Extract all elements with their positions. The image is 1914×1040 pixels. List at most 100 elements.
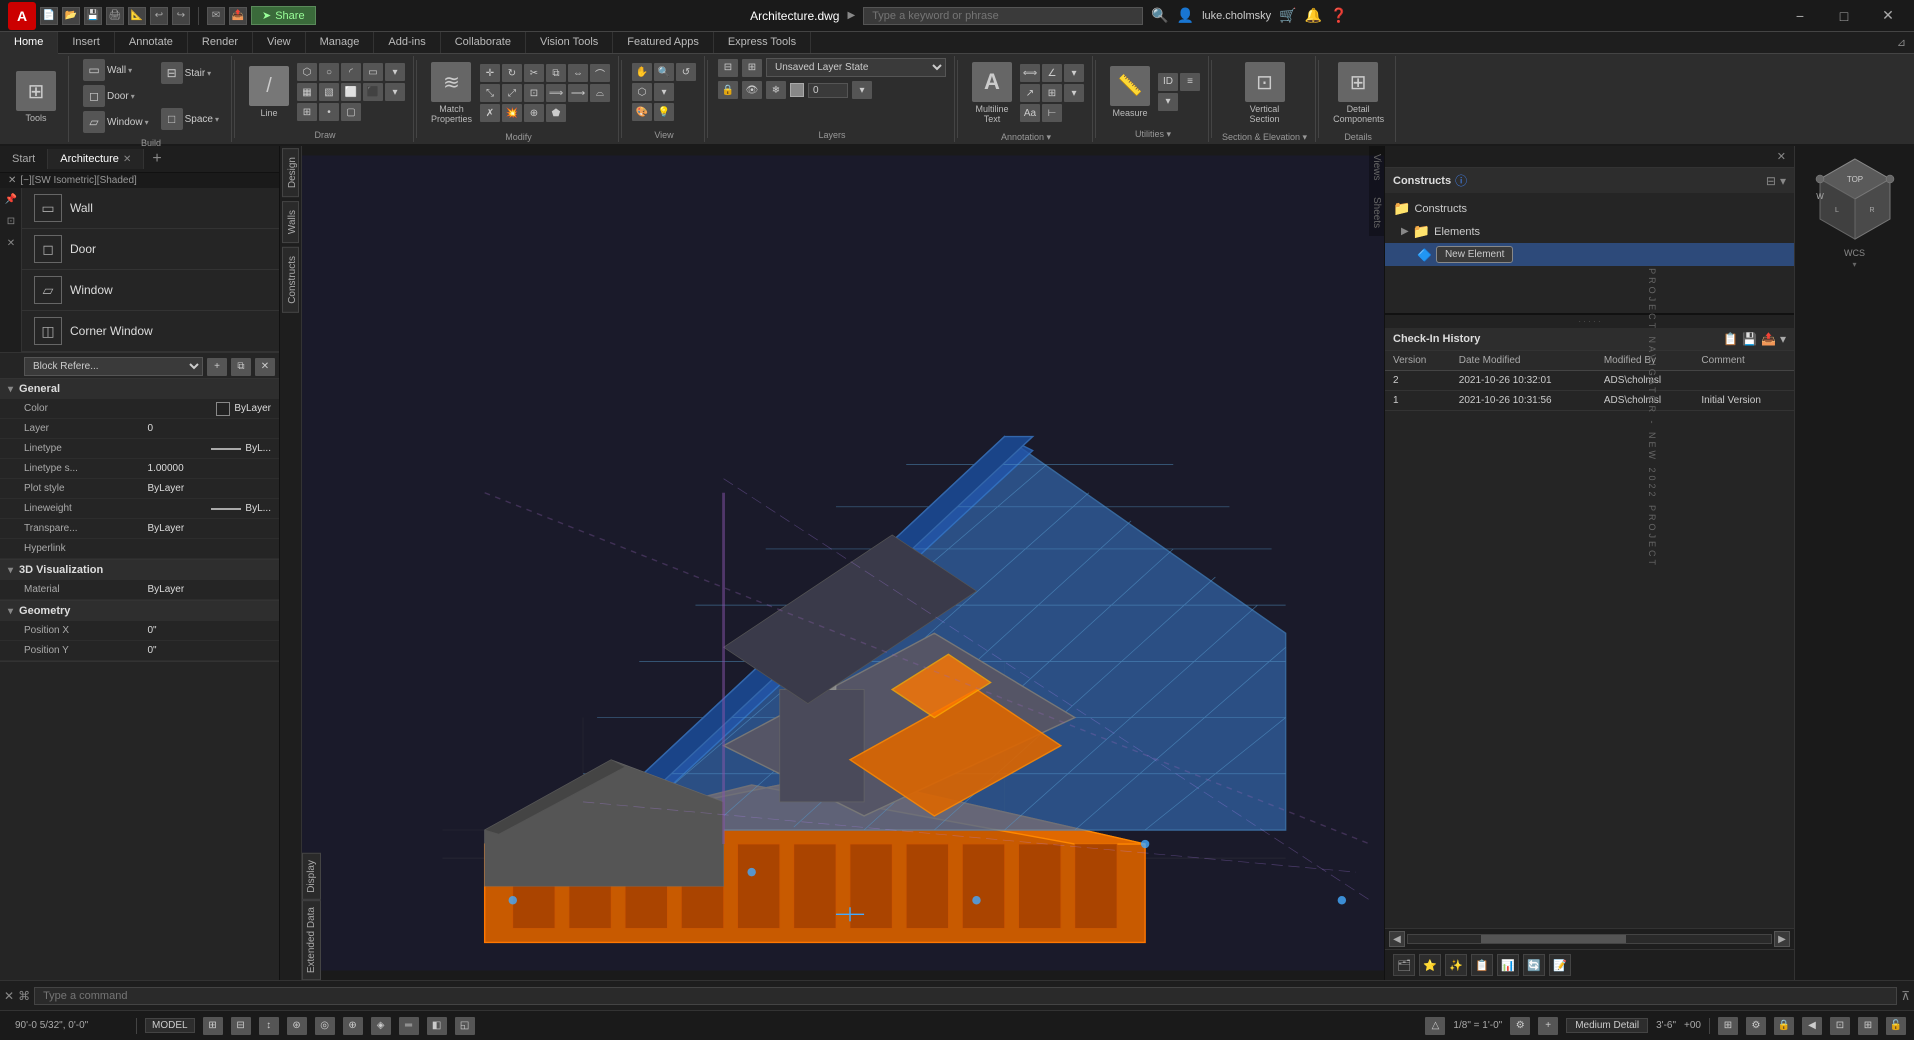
checkin-icon3[interactable]: 📤 — [1761, 332, 1776, 346]
pin-btn[interactable]: 📌 — [0, 188, 22, 210]
tab-close-icon[interactable]: ✕ — [123, 154, 131, 165]
palette-item-corner-window[interactable]: ◫ Corner Window — [22, 311, 279, 352]
rbb-btn-4[interactable]: 📋 — [1471, 954, 1493, 976]
pedit-btn[interactable]: ⬟ — [546, 104, 566, 122]
orbit-btn[interactable]: ↺ — [676, 63, 696, 81]
layer-freeze-btn[interactable]: ❄ — [766, 81, 786, 99]
share-button[interactable]: ➤Share — [251, 6, 316, 25]
close-btn[interactable]: ✕ — [0, 232, 22, 254]
help-icon[interactable]: ❓ — [1330, 7, 1347, 24]
viewport-lock-btn[interactable]: 🔓 — [1886, 1017, 1906, 1035]
layer-more-btn[interactable]: ▾ — [852, 81, 872, 99]
checkin-row-2[interactable]: 2 2021-10-26 10:32:01 ADS\cholmsl — [1385, 371, 1794, 391]
tab-annotate[interactable]: Annotate — [115, 32, 188, 53]
window-dropdown-arrow[interactable]: ▾ — [145, 118, 149, 127]
display-tab[interactable]: Display — [302, 853, 321, 900]
layer-states-btn[interactable]: ⊞ — [742, 59, 762, 77]
table-ann-btn[interactable]: ⊞ — [1042, 84, 1062, 102]
lineweight-status-btn[interactable]: ═ — [399, 1017, 419, 1035]
window-button[interactable]: ▱ Window ▾ — [79, 110, 153, 134]
user-icon[interactable]: 👤 — [1177, 7, 1194, 24]
layer-number-input[interactable] — [808, 83, 848, 98]
rotate-btn[interactable]: ↻ — [502, 64, 522, 82]
right-panel-close-icon[interactable]: ✕ — [1773, 148, 1790, 165]
stair-dropdown-arrow[interactable]: ▾ — [207, 69, 211, 78]
draw-more2-btn[interactable]: ▾ — [385, 83, 405, 101]
copy-btn[interactable]: ⧉ — [546, 64, 566, 82]
rbb-btn-3[interactable]: ✨ — [1445, 954, 1467, 976]
checkin-scrollbar[interactable]: ◀ ▶ — [1385, 928, 1794, 949]
dimstyle-btn[interactable]: ⊢ — [1042, 104, 1062, 122]
tab-collaborate[interactable]: Collaborate — [441, 32, 526, 53]
zoom-btn[interactable]: 🔍 — [654, 63, 674, 81]
gradient-btn[interactable]: ▧ — [319, 83, 339, 101]
color-swatch[interactable] — [790, 83, 804, 97]
tab-render[interactable]: Render — [188, 32, 253, 53]
id-btn[interactable]: ID — [1158, 73, 1178, 91]
layer-visibility-btn[interactable]: 👁 — [742, 81, 762, 99]
rbb-btn-1[interactable]: 🗂 — [1393, 954, 1415, 976]
notification-icon[interactable]: 🔔 — [1305, 7, 1322, 24]
tab-start[interactable]: Start — [0, 149, 48, 169]
minimize-button[interactable]: − — [1782, 2, 1818, 30]
polar-btn[interactable]: ⊛ — [287, 1017, 307, 1035]
offset-btn[interactable]: ⟹ — [546, 84, 566, 102]
navcube-svg[interactable]: TOP R L W — [1810, 154, 1900, 244]
new-file-icon[interactable]: 📄 — [40, 7, 58, 25]
search-input[interactable] — [863, 7, 1143, 25]
boundary-btn[interactable]: ⬜ — [341, 83, 361, 101]
vertical-section-button[interactable]: ⊡ Vertical Section — [1241, 58, 1289, 128]
block-reference-dropdown[interactable]: Block Refere... — [24, 357, 203, 376]
space-button[interactable]: □ Space ▾ — [157, 107, 223, 131]
tools-button[interactable]: ⊞ Tools — [12, 67, 60, 127]
viewport-scale-btn[interactable]: ⊞ — [1858, 1017, 1878, 1035]
circle-btn[interactable]: ○ — [319, 63, 339, 81]
view-cube-btn[interactable]: ⬡ — [632, 83, 652, 101]
props-new-btn[interactable]: + — [207, 358, 227, 376]
props-delete-btn[interactable]: ✕ — [255, 358, 275, 376]
model-space-button[interactable]: MODEL — [145, 1018, 195, 1033]
join-btn[interactable]: ⊕ — [524, 104, 544, 122]
redo-icon[interactable]: ↪ — [172, 7, 190, 25]
plus-btn[interactable]: + — [1538, 1017, 1558, 1035]
publish-icon[interactable]: 📤 — [229, 7, 247, 25]
transparency-status-btn[interactable]: ◧ — [427, 1017, 447, 1035]
status-settings-btn[interactable]: ⚙ — [1746, 1017, 1766, 1035]
arc-btn[interactable]: ◜ — [341, 63, 361, 81]
rbb-btn-6[interactable]: 🔄 — [1523, 954, 1545, 976]
stair-button[interactable]: ⊟ Stair ▾ — [157, 61, 223, 85]
wall-dropdown-arrow[interactable]: ▾ — [128, 66, 132, 75]
checkin-icon2[interactable]: 💾 — [1742, 332, 1757, 346]
snap-btn[interactable]: ⊞ — [203, 1017, 223, 1035]
cmd-expand-btn[interactable]: ⊼ — [1901, 989, 1910, 1003]
print-icon[interactable]: 🖨 — [106, 7, 124, 25]
constructs-info-icon[interactable]: ⓘ — [1455, 172, 1467, 189]
erase-btn[interactable]: ✗ — [480, 104, 500, 122]
wall-button[interactable]: ▭ Wall ▾ — [79, 58, 153, 82]
selection-btn[interactable]: ◱ — [455, 1017, 475, 1035]
draw-more-btn[interactable]: ▾ — [385, 63, 405, 81]
chamfer-btn[interactable]: ⌓ — [590, 84, 610, 102]
command-input[interactable] — [34, 987, 1897, 1005]
palette-item-window[interactable]: ▱ Window — [22, 270, 279, 311]
point-btn[interactable]: • — [319, 103, 339, 121]
util-more-btn[interactable]: ▾ — [1158, 93, 1178, 111]
detail-components-button[interactable]: ⊞ DetailComponents — [1329, 58, 1387, 128]
constructs-dropdown-icon[interactable]: ▾ — [1780, 174, 1786, 188]
title-arrow[interactable]: ▶ — [847, 10, 855, 21]
checkin-row-1[interactable]: 1 2021-10-26 10:31:56 ADS\cholmsl Initia… — [1385, 391, 1794, 411]
table-btn[interactable]: ⊞ — [297, 103, 317, 121]
tree-item-constructs[interactable]: 📁 Constructs — [1385, 197, 1794, 220]
match-properties-button[interactable]: ≋ Match Properties — [427, 58, 476, 128]
sheets-tab[interactable]: Sheets — [1369, 189, 1384, 236]
mirror-btn[interactable]: ⇔ — [568, 64, 588, 82]
door-button[interactable]: ◻ Door ▾ — [79, 84, 153, 108]
otrack-btn[interactable]: ⊕ — [343, 1017, 363, 1035]
viewport[interactable]: Views Sheets Display Extended Data — [302, 146, 1384, 980]
tree-item-new-element[interactable]: 🔷 New Element — [1385, 243, 1794, 266]
hardware-btn[interactable]: ⊞ — [1718, 1017, 1738, 1035]
ann-more2-btn[interactable]: ▾ — [1064, 84, 1084, 102]
tab-vision-tools[interactable]: Vision Tools — [526, 32, 613, 53]
array-btn[interactable]: ⊡ — [524, 84, 544, 102]
extended-data-tab[interactable]: Extended Data — [302, 900, 321, 980]
